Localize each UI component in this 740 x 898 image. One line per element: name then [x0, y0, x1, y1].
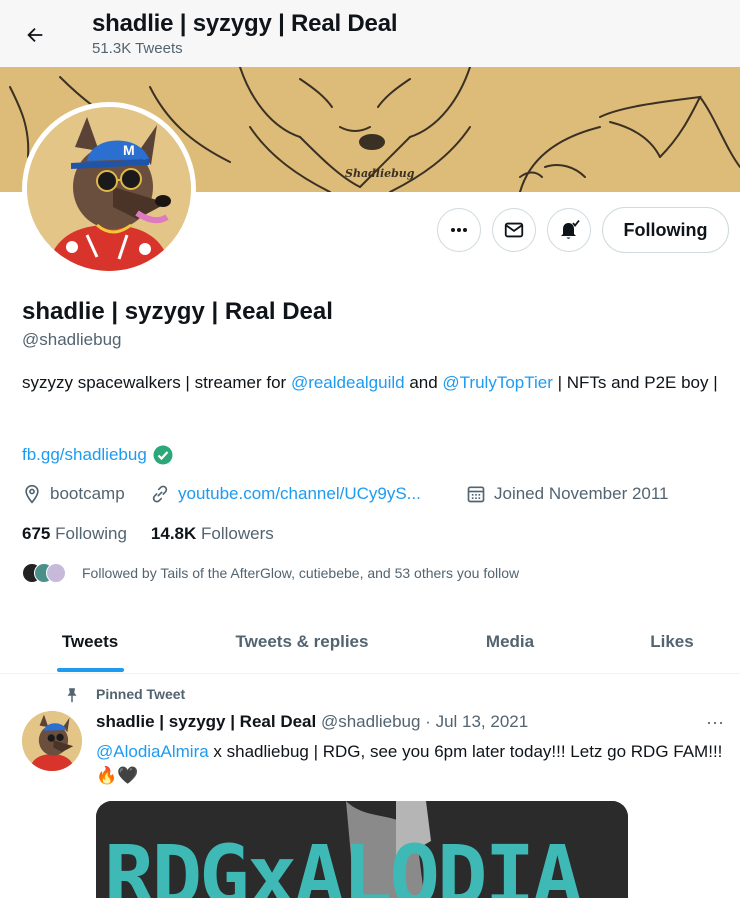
- header-title: shadlie | syzygy | Real Deal: [92, 10, 398, 37]
- following-count: 675: [22, 524, 51, 543]
- tab-tweets-replies[interactable]: Tweets & replies: [212, 610, 392, 674]
- joined-item: Joined November 2011: [466, 484, 669, 504]
- notifications-button[interactable]: [547, 208, 591, 252]
- tweet-count: 51.3K Tweets: [92, 40, 183, 57]
- tweet-mention-link[interactable]: @AlodiaAlmira: [96, 742, 209, 761]
- tweet-author-name[interactable]: shadlie | syzygy | Real Deal: [96, 712, 316, 731]
- joined-text: Joined November 2011: [494, 484, 669, 503]
- active-tab-indicator: [57, 668, 124, 672]
- tab-tweets[interactable]: Tweets: [40, 610, 140, 674]
- more-options-button[interactable]: [437, 208, 481, 252]
- profile-name: shadlie | syzygy | Real Deal: [22, 298, 333, 325]
- tweet-more-icon[interactable]: ···: [706, 712, 724, 733]
- fb-link-row: fb.gg/shadliebug: [22, 445, 173, 465]
- location-text: bootcamp: [50, 484, 125, 503]
- tweet-media-image[interactable]: RDGxALODIA: [96, 801, 628, 898]
- fb-link[interactable]: fb.gg/shadliebug: [22, 445, 147, 465]
- followed-by-row[interactable]: Followed by Tails of the AfterGlow, cuti…: [22, 562, 519, 584]
- verified-check-icon: [153, 445, 173, 465]
- calendar-icon: [467, 486, 485, 503]
- followed-by-avatars: [22, 562, 74, 584]
- following-label: Following: [55, 524, 127, 543]
- following-button[interactable]: Following: [602, 207, 729, 253]
- profile-avatar[interactable]: M: [22, 102, 196, 276]
- bell-check-icon: [561, 219, 580, 239]
- pinned-label: Pinned Tweet: [96, 686, 186, 702]
- followed-by-text: Followed by Tails of the AfterGlow, cuti…: [82, 565, 520, 581]
- website-item: youtube.com/channel/UCy9yS...: [150, 484, 421, 504]
- website-link[interactable]: youtube.com/channel/UCy9yS...: [178, 484, 421, 504]
- profile-handle: @shadliebug: [22, 330, 122, 349]
- followers-stat[interactable]: 14.8K Followers: [151, 524, 274, 544]
- profile-bio: syzyzy spacewalkers | streamer for @real…: [22, 371, 722, 395]
- svg-text:M: M: [123, 142, 135, 158]
- bio-text-1: syzyzy spacewalkers | streamer for: [22, 373, 291, 392]
- link-icon: [152, 485, 168, 503]
- avatar: [46, 563, 66, 583]
- bio-text-3: | NFTs and P2E boy |: [552, 373, 718, 392]
- top-bar: shadlie | syzygy | Real Deal 51.3K Tweet…: [0, 0, 740, 67]
- media-text: RDGxALODIA: [104, 827, 583, 898]
- follow-stats: 675 Following 14.8K Followers: [22, 524, 274, 544]
- tweet-author-avatar[interactable]: [22, 711, 82, 771]
- mention-realdealguild-link[interactable]: @realdealguild: [291, 373, 405, 392]
- followers-count: 14.8K: [150, 524, 197, 543]
- followers-label: Followers: [201, 524, 274, 543]
- more-icon: [451, 228, 467, 232]
- bio-text-2: and: [404, 373, 443, 392]
- pin-icon: [63, 686, 81, 709]
- tweet-text: @AlodiaAlmira x shadliebug | RDG, see yo…: [96, 740, 726, 788]
- tweet-handle-date[interactable]: @shadliebug · Jul 13, 2021: [321, 712, 528, 731]
- tab-likes[interactable]: Likes: [622, 610, 722, 674]
- message-button[interactable]: [492, 208, 536, 252]
- back-arrow-icon[interactable]: [18, 18, 52, 52]
- mention-trulytoptier-link[interactable]: @TrulyTopTier: [442, 373, 552, 392]
- location-pin-icon: [25, 484, 39, 504]
- location-item: bootcamp: [22, 484, 125, 504]
- envelope-icon: [504, 222, 524, 238]
- banner-signature: Shadliebug: [345, 167, 415, 180]
- profile-tabs: Tweets Tweets & replies Media Likes: [0, 610, 740, 674]
- following-stat[interactable]: 675 Following: [22, 524, 127, 544]
- tweet-header: shadlie | syzygy | Real Deal @shadliebug…: [96, 712, 528, 732]
- tab-media[interactable]: Media: [460, 610, 560, 674]
